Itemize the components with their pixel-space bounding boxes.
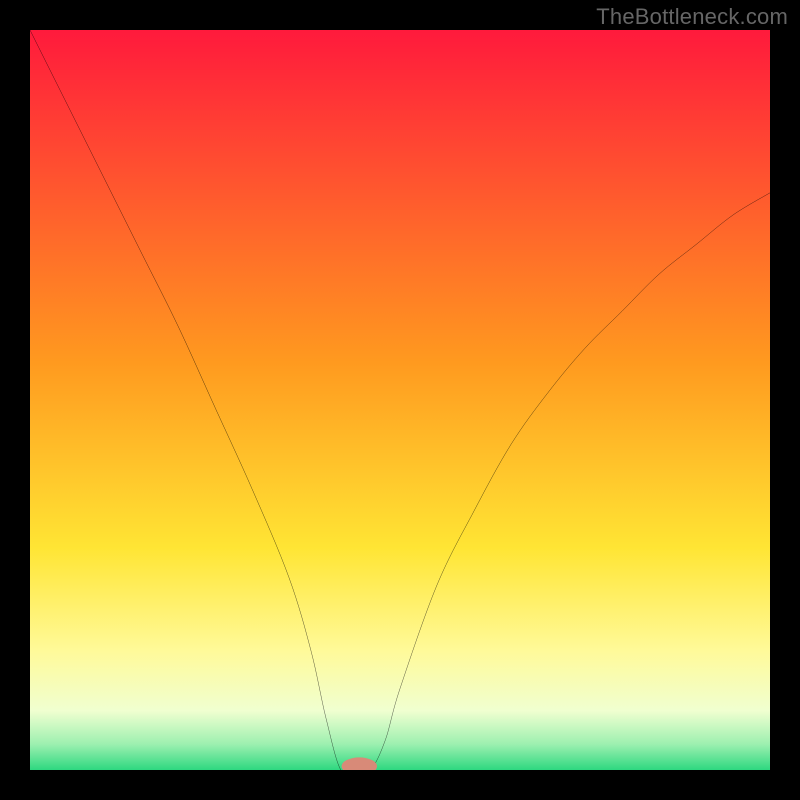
bottleneck-chart bbox=[30, 30, 770, 770]
watermark-text: TheBottleneck.com bbox=[596, 4, 788, 30]
chart-frame: TheBottleneck.com bbox=[0, 0, 800, 800]
gradient-background bbox=[30, 30, 770, 770]
